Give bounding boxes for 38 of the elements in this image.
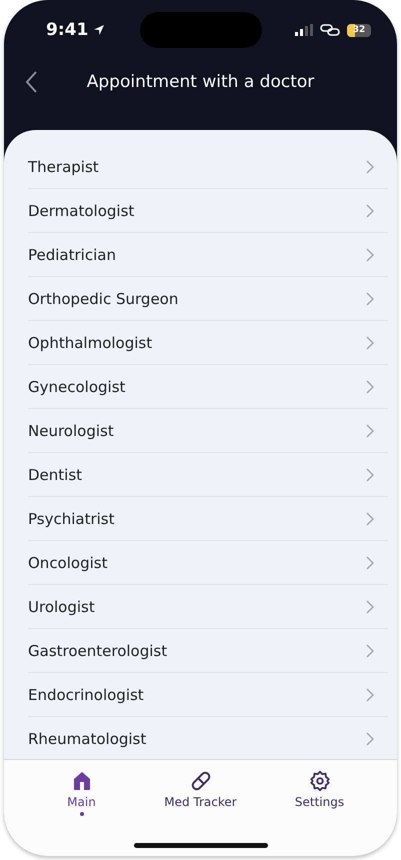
chevron-icon [366,512,374,526]
chevron-icon [366,644,374,658]
specialist-row[interactable]: Ophthalmologist [28,321,388,365]
tab-item[interactable]: Med Tracker [146,770,256,816]
specialist-row[interactable]: Therapist [28,145,388,189]
chevron-icon [366,732,374,746]
specialist-row[interactable]: Endocrinologist [28,673,388,717]
specialist-row[interactable]: Gastroenterologist [28,629,388,673]
specialist-row[interactable]: Dentist [28,453,388,497]
chevron-icon [366,380,374,394]
chevron-icon [366,248,374,262]
chevron-icon [366,204,374,218]
chevron-icon [366,160,374,174]
status-time: 9:41 [46,20,88,40]
signal-icon [295,24,313,36]
screen-title: Appointment with a doctor [86,72,314,92]
chevron-icon [366,424,374,438]
chevron-icon [366,688,374,702]
location-arrow-icon [93,24,106,36]
tab-item[interactable]: Settings [264,770,374,816]
specialist-row[interactable]: Psychiatrist [28,497,388,541]
specialist-row[interactable]: Gynecologist [28,365,388,409]
link-icon [320,23,340,37]
specialist-row[interactable]: Orthopedic Surgeon [28,277,388,321]
specialist-row[interactable]: Pediatrician [28,233,388,277]
specialist-row[interactable]: Urologist [28,585,388,629]
specialist-row[interactable]: Neurologist [28,409,388,453]
specialist-row[interactable]: Oncologist [28,541,388,585]
home-icon [72,770,92,792]
chevron-icon [366,292,374,306]
tab-item[interactable]: Main [26,770,136,816]
chevron-icon [366,556,374,570]
chevron-icon [366,468,374,482]
settings-icon [308,770,330,792]
chevron-icon [366,600,374,614]
chevron-icon [366,336,374,350]
pill-icon [190,770,212,792]
specialist-row[interactable]: Dermatologist [28,189,388,233]
